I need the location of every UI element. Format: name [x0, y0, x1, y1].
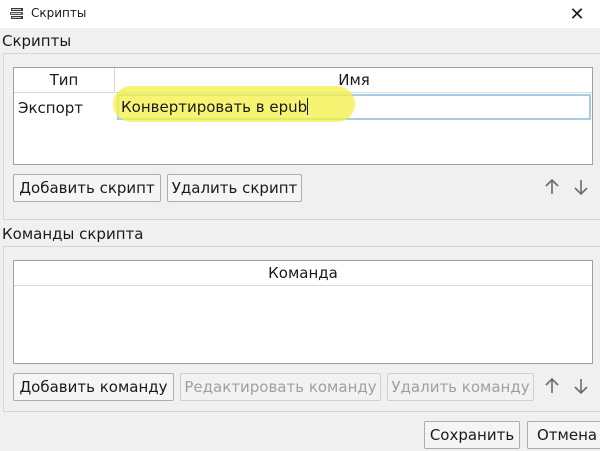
text-cursor	[307, 98, 309, 115]
close-button[interactable]: ✕	[554, 0, 600, 28]
edit-command-button[interactable]: Редактировать команду	[180, 373, 381, 401]
commands-group-title: Команды скрипта	[2, 225, 144, 243]
scripts-group-title: Скрипты	[2, 32, 72, 50]
delete-command-button[interactable]: Удалить команду	[387, 373, 534, 401]
script-name-input[interactable]: Конвертировать в epub	[113, 86, 591, 122]
arrow-down-icon[interactable]	[570, 176, 592, 198]
close-icon: ✕	[569, 3, 585, 25]
commands-table[interactable]: Команда	[13, 260, 593, 364]
books-app-icon	[9, 6, 25, 22]
script-type-cell[interactable]: Экспорт	[14, 96, 118, 120]
save-button[interactable]: Сохранить	[424, 421, 520, 449]
column-header-command[interactable]: Команда	[14, 261, 592, 285]
window-title: Скрипты	[31, 6, 87, 20]
cancel-button[interactable]: Отмена	[527, 421, 600, 449]
title-bar: Скрипты ✕	[0, 0, 600, 28]
arrow-down-icon[interactable]	[570, 375, 592, 397]
script-name-text: Конвертировать в epub	[121, 98, 308, 116]
commands-table-header: Команда	[14, 261, 592, 286]
scripts-table[interactable]: Тип Имя Экспорт Конвертировать в epub	[13, 67, 593, 165]
arrow-up-icon[interactable]	[541, 375, 563, 397]
add-script-button[interactable]: Добавить скрипт	[13, 174, 161, 202]
delete-script-button[interactable]: Удалить скрипт	[167, 174, 302, 202]
column-header-type[interactable]: Тип	[14, 68, 114, 92]
add-command-button[interactable]: Добавить команду	[13, 373, 174, 401]
arrow-up-icon[interactable]	[541, 176, 563, 198]
